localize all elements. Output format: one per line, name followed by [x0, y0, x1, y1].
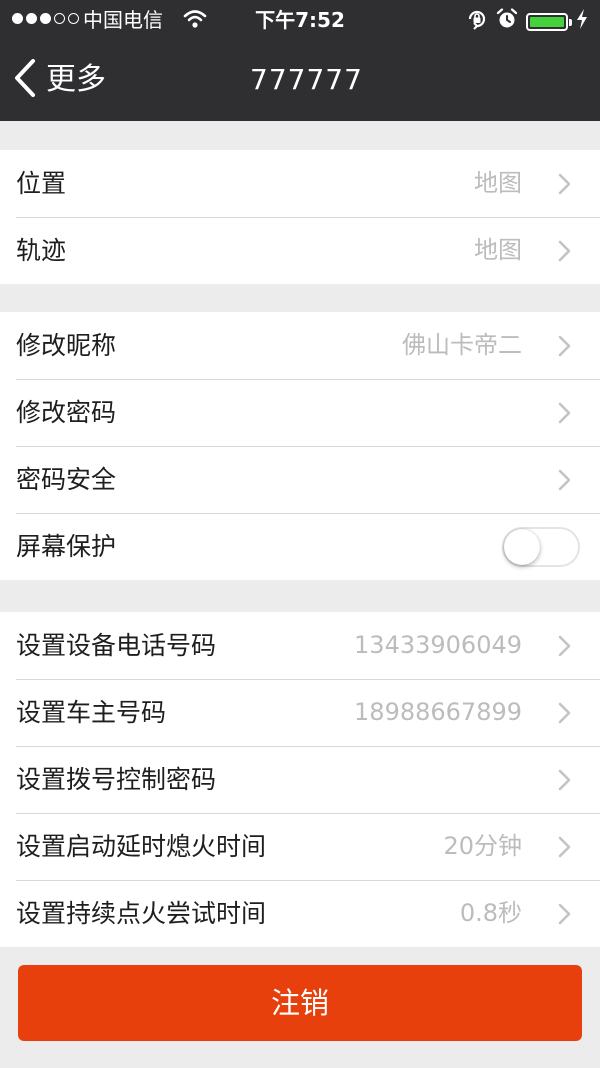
row-device-phone[interactable]: 设置设备电话号码 13433906049: [0, 612, 600, 679]
rotation-lock-icon: [466, 8, 488, 35]
row-value: 18988667899: [354, 698, 522, 726]
signal-dot: [12, 13, 23, 24]
row-track[interactable]: 轨迹 地图: [0, 217, 600, 284]
row-label: 屏幕保护: [16, 532, 117, 561]
row-value: 地图: [474, 236, 522, 264]
chevron-right-icon: [558, 836, 572, 862]
row-label: 设置车主号码: [16, 698, 167, 727]
row-label: 位置: [16, 169, 67, 198]
alarm-icon: [496, 8, 518, 35]
status-right-icons: [466, 8, 588, 35]
battery-level: [530, 16, 564, 27]
back-button[interactable]: 更多: [14, 58, 106, 102]
row-value: 地图: [474, 169, 522, 197]
device-settings-group: 设置设备电话号码 13433906049 设置车主号码 18988667899 …: [0, 612, 600, 947]
top-bar: 中国电信 下午7:52 更多 777777: [0, 0, 600, 121]
row-label: 密码安全: [16, 465, 117, 494]
screen-saver-toggle[interactable]: [502, 527, 580, 567]
row-location[interactable]: 位置 地图: [0, 150, 600, 217]
back-label: 更多: [46, 62, 106, 97]
chevron-right-icon: [558, 769, 572, 795]
chevron-right-icon: [558, 635, 572, 661]
row-password-security[interactable]: 密码安全: [0, 446, 600, 513]
row-label: 轨迹: [16, 236, 67, 265]
account-group: 修改昵称 佛山卡帝二 修改密码 密码安全 屏幕保护: [0, 312, 600, 580]
page-title: 777777: [250, 63, 363, 96]
toggle-knob: [504, 529, 540, 565]
row-label: 设置持续点火尝试时间: [16, 899, 267, 928]
row-screen-saver: 屏幕保护: [0, 513, 600, 580]
row-label: 修改密码: [16, 398, 117, 427]
battery-cap: [569, 18, 572, 26]
chevron-right-icon: [558, 903, 572, 929]
chevron-right-icon: [558, 240, 572, 266]
row-label: 修改昵称: [16, 331, 117, 360]
signal-dot: [26, 13, 37, 24]
location-group: 位置 地图 轨迹 地图: [0, 150, 600, 284]
signal-dot: [40, 13, 51, 24]
logout-button[interactable]: 注销: [18, 965, 582, 1041]
row-ignition-attempt-time[interactable]: 设置持续点火尝试时间 0.8秒: [0, 880, 600, 947]
row-value: 佛山卡帝二: [402, 331, 522, 359]
chevron-left-icon: [14, 59, 36, 101]
row-edit-nickname[interactable]: 修改昵称 佛山卡帝二: [0, 312, 600, 379]
chevron-right-icon: [558, 702, 572, 728]
signal-dot: [68, 13, 79, 24]
row-label: 设置设备电话号码: [16, 631, 217, 660]
chevron-right-icon: [558, 335, 572, 361]
row-value: 0.8秒: [459, 899, 522, 927]
wifi-icon: [183, 9, 207, 34]
row-start-delay-shutoff[interactable]: 设置启动延时熄火时间 20分钟: [0, 813, 600, 880]
chevron-right-icon: [558, 173, 572, 199]
row-edit-password[interactable]: 修改密码: [0, 379, 600, 446]
chevron-right-icon: [558, 402, 572, 428]
carrier-name: 中国电信: [83, 8, 163, 32]
navigation-bar: 更多 777777: [0, 40, 600, 121]
row-value: 13433906049: [354, 631, 522, 659]
battery-icon: [526, 12, 572, 31]
charging-bolt-icon: [576, 9, 588, 34]
signal-strength-icon: [12, 13, 79, 24]
row-value: 20分钟: [443, 832, 522, 860]
signal-dot: [54, 13, 65, 24]
chevron-right-icon: [558, 469, 572, 495]
row-dial-control-password[interactable]: 设置拨号控制密码: [0, 746, 600, 813]
row-owner-phone[interactable]: 设置车主号码 18988667899: [0, 679, 600, 746]
row-label: 设置拨号控制密码: [16, 765, 217, 794]
status-bar: 中国电信 下午7:52: [0, 0, 600, 40]
row-label: 设置启动延时熄火时间: [16, 832, 267, 861]
